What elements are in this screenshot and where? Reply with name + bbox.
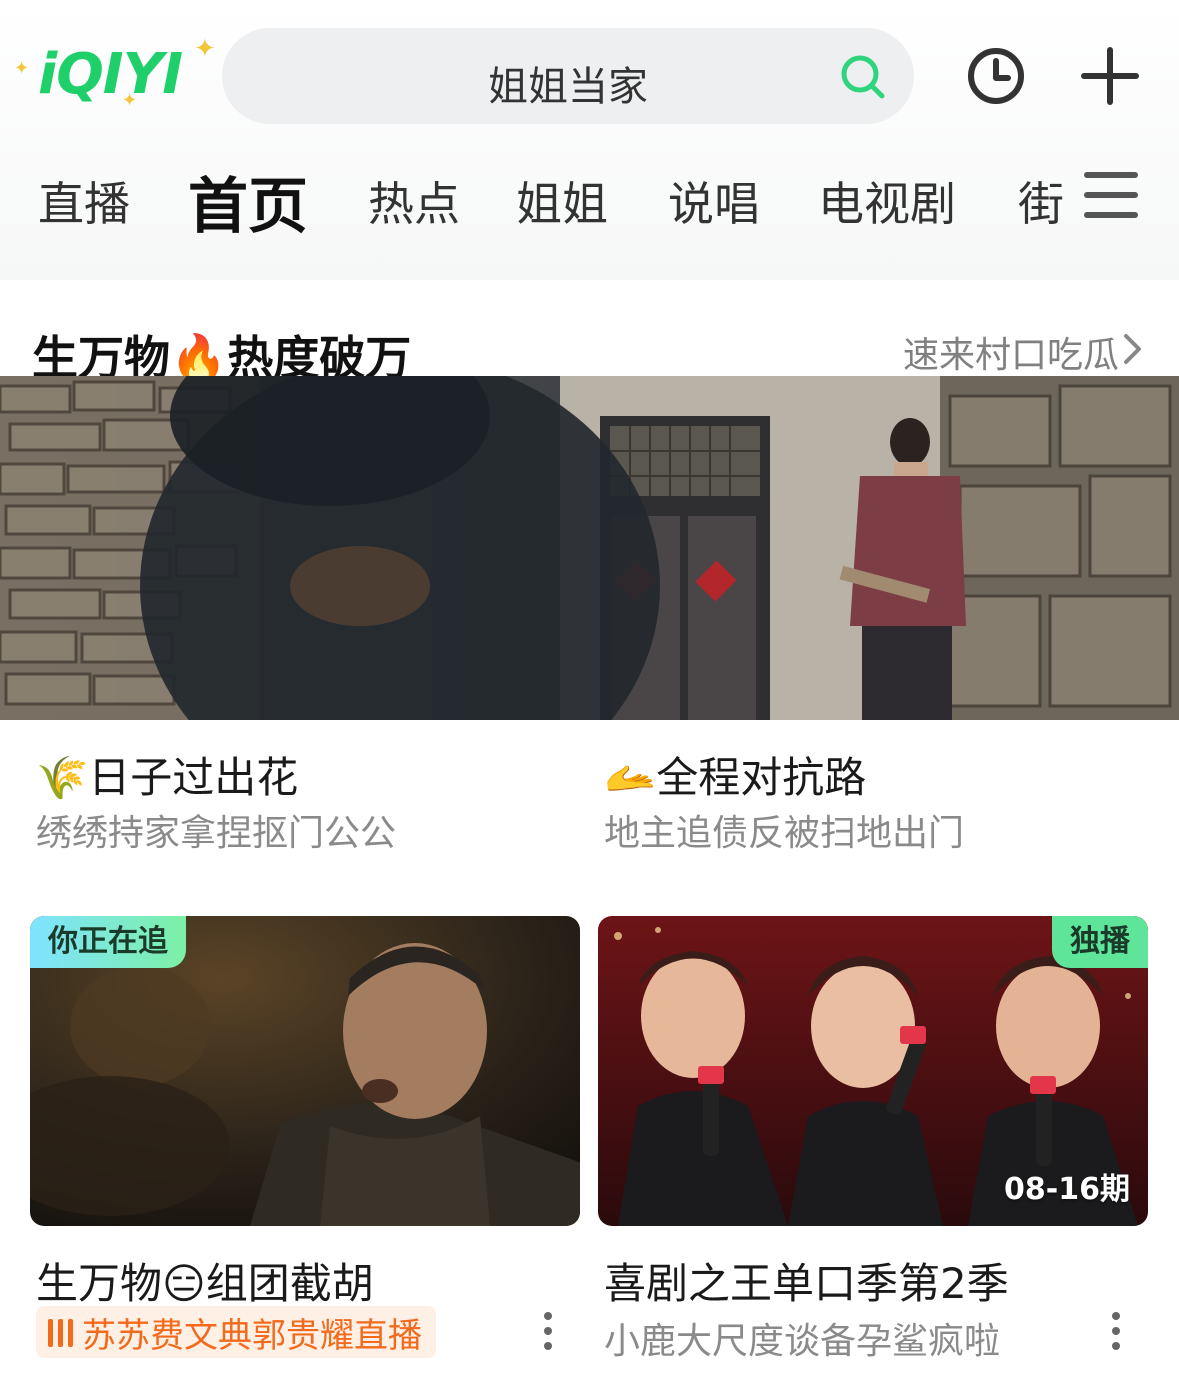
exclusive-tag: 独播 — [1052, 916, 1148, 968]
tab-hot[interactable]: 热点 — [368, 168, 460, 234]
tab-tv-series[interactable]: 电视剧 — [818, 168, 956, 234]
menu-icon[interactable] — [1084, 170, 1138, 220]
live-badge[interactable]: 苏苏费文典郭贵耀直播 — [36, 1306, 436, 1358]
hero-caption-subtitle-2: 地主追债反被扫地出门 — [604, 813, 965, 854]
hero-caption-title-text: 日子过出花 — [88, 753, 299, 802]
channel-tabs: 直播 首页 热点 姐姐 说唱 电视剧 街 — [0, 158, 1070, 238]
search-bar[interactable]: 姐姐当家 — [222, 28, 914, 124]
tab-street[interactable]: 街 — [1018, 168, 1064, 234]
card-2-subtitle: 小鹿大尺度谈备孕鲨疯啦 — [604, 1321, 1001, 1362]
following-tag: 你正在追 — [30, 916, 186, 968]
hero-video-thumbnail[interactable] — [0, 376, 1179, 720]
hero-caption-title-1[interactable]: 🌾日子过出花 — [36, 744, 298, 805]
live-bars-icon — [48, 1319, 73, 1347]
history-icon[interactable] — [966, 46, 1026, 106]
search-query[interactable]: 姐姐当家 — [222, 54, 914, 112]
video-card-1[interactable]: 你正在追 — [30, 916, 580, 1226]
iqiyi-logo[interactable]: ✦ ✦ ✦ iQIYI — [14, 34, 216, 116]
wheat-emoji: 🌾 — [36, 753, 89, 802]
tab-live[interactable]: 直播 — [38, 168, 130, 234]
plus-icon[interactable] — [1080, 46, 1140, 106]
tab-rap[interactable]: 说唱 — [668, 168, 760, 234]
live-text: 苏苏费文典郭贵耀直播 — [82, 1315, 422, 1356]
chevron-right-icon[interactable] — [1122, 332, 1144, 366]
hero-caption-subtitle-1: 绣绣持家拿捏抠门公公 — [36, 813, 397, 854]
episode-label: 08-16期 — [1004, 1172, 1130, 1207]
hero-caption-title-2[interactable]: 🫴全程对抗路 — [604, 744, 866, 805]
search-icon[interactable] — [838, 52, 886, 100]
section-more-link[interactable]: 速来村口吃瓜 — [903, 326, 1119, 378]
hand-emoji: 🫴 — [604, 753, 657, 802]
video-card-2[interactable]: 独播 08-16期 — [598, 916, 1148, 1226]
card-2-title[interactable]: 喜剧之王单口季第2季 — [604, 1250, 1009, 1311]
sparkle-icon: ✦ — [194, 34, 216, 64]
sparkle-icon: ✦ — [14, 58, 30, 79]
tab-home[interactable]: 首页 — [188, 158, 308, 238]
card-1-title[interactable]: 生万物😑组团截胡 — [36, 1250, 374, 1311]
more-vertical-icon[interactable] — [542, 1310, 554, 1352]
hero-caption-title-text: 全程对抗路 — [656, 753, 867, 802]
logo-text: iQIYI — [38, 42, 183, 107]
tab-sisters[interactable]: 姐姐 — [516, 168, 608, 234]
more-vertical-icon[interactable] — [1110, 1310, 1122, 1352]
